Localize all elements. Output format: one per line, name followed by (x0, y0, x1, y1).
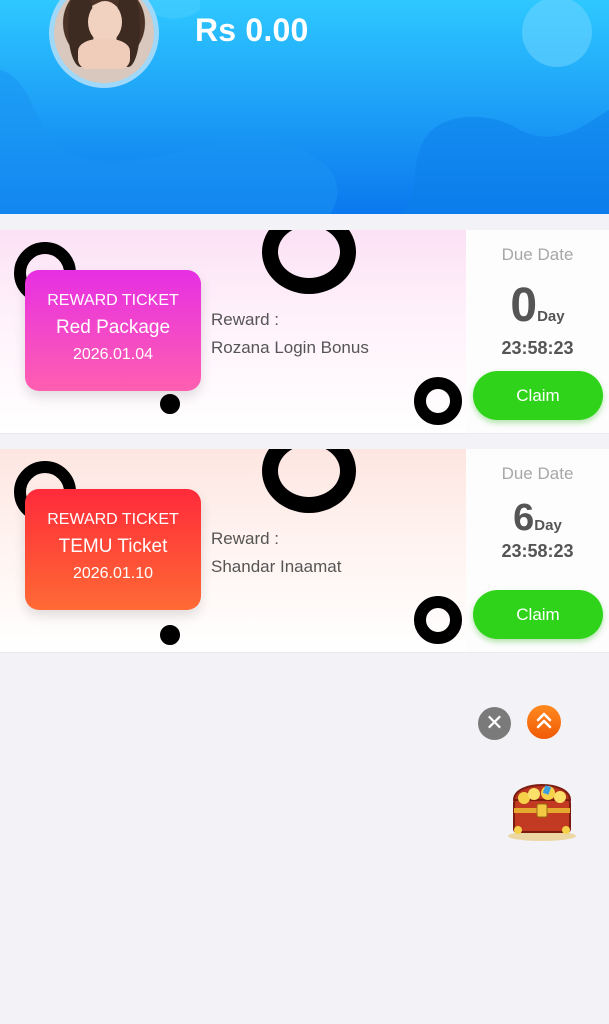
reward-card: REWARD TICKET Red Package 2026.01.04 Rew… (0, 230, 609, 433)
ring-decoration (262, 449, 356, 513)
reward-value: Shandar Inaamat (211, 557, 342, 576)
days-unit: Day (534, 517, 562, 534)
due-date-label: Due Date (501, 245, 574, 264)
balance-amount: Rs 0.00 (195, 12, 309, 48)
ticket-heading: REWARD TICKET (47, 292, 179, 309)
treasure-chest-icon[interactable] (504, 770, 580, 842)
ticket-date: 2026.01.10 (72, 565, 154, 582)
due-date-panel: Due Date 6Day 23:58:23 Claim (466, 449, 609, 652)
claim-button[interactable]: Claim (473, 590, 603, 639)
due-date-label: Due Date (501, 464, 574, 483)
ring-decoration (160, 394, 180, 414)
ticket-heading: REWARD TICKET (47, 511, 179, 528)
close-icon[interactable]: ✕ (478, 707, 511, 740)
reward-label: Reward : (211, 310, 280, 329)
reward-card: REWARD TICKET TEMU Ticket 2026.01.10 Rew… (0, 449, 609, 652)
ring-decoration (414, 377, 462, 425)
reward-info: REWARD TICKET TEMU Ticket 2026.01.10 Rew… (0, 449, 466, 652)
reward-ticket: REWARD TICKET TEMU Ticket 2026.01.10 (25, 489, 201, 610)
double-chevron-up-glyph (536, 712, 552, 729)
double-chevron-up-icon[interactable] (527, 705, 561, 739)
ring-decoration (262, 230, 356, 294)
ring-decoration (160, 625, 180, 645)
reward-ticket: REWARD TICKET Red Package 2026.01.04 (25, 270, 201, 391)
days-remaining: 6Day (466, 497, 609, 540)
reward-value: Rozana Login Bonus (211, 338, 369, 357)
days-unit: Day (537, 308, 565, 325)
claim-button[interactable]: Claim (473, 371, 603, 420)
reward-label: Reward : (211, 529, 280, 548)
header-banner: Rs 0.00 (0, 0, 609, 214)
days-count: 0 (510, 279, 538, 332)
countdown-time: 23:58:23 (501, 541, 574, 561)
countdown-time: 23:58:23 (501, 338, 574, 358)
ticket-name: TEMU Ticket (58, 536, 168, 557)
ticket-date: 2026.01.04 (72, 346, 154, 363)
ticket-name: Red Package (55, 317, 171, 338)
reward-info: REWARD TICKET Red Package 2026.01.04 Rew… (0, 230, 466, 433)
due-date-panel: Due Date 0Day 23:58:23 Claim (466, 230, 609, 433)
days-count: 6 (513, 497, 535, 539)
ring-decoration (414, 596, 462, 644)
days-remaining: 0Day (466, 278, 609, 333)
